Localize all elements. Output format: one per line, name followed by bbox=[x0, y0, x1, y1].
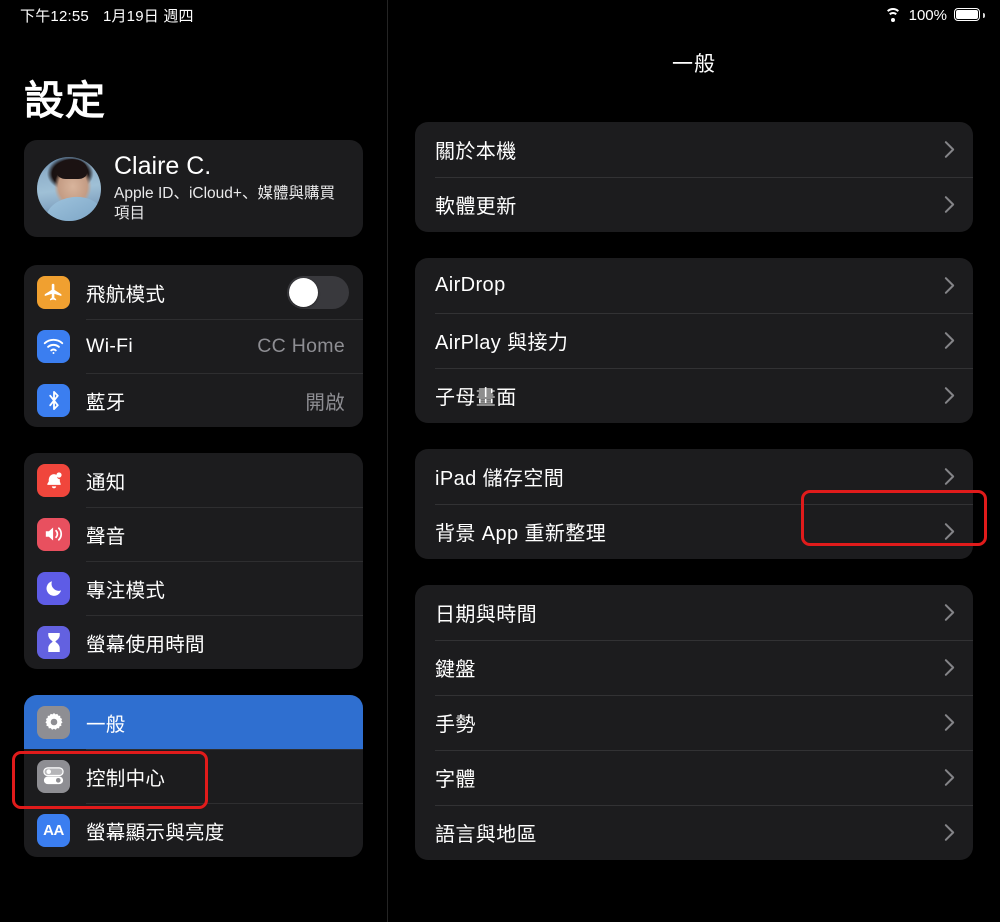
sidebar-item-focus[interactable]: 專注模式 bbox=[24, 561, 363, 615]
page-title: 設定 bbox=[24, 79, 106, 123]
gear-icon bbox=[37, 705, 70, 739]
detail-item-software-update[interactable]: 軟體更新 bbox=[415, 177, 973, 232]
detail-item-label: 鍵盤 bbox=[435, 659, 476, 681]
detail-item-fonts[interactable]: 字體 bbox=[415, 750, 973, 805]
detail-group-localization: 日期與時間 鍵盤 手勢 字體 語言與地區 bbox=[415, 585, 973, 860]
moon-icon bbox=[37, 571, 70, 605]
detail-item-picture-in-picture[interactable]: 子母畫面 bbox=[415, 368, 973, 423]
sidebar-item-sounds[interactable]: 聲音 bbox=[24, 507, 363, 561]
detail-item-keyboard[interactable]: 鍵盤 bbox=[415, 640, 973, 695]
detail-item-background-app-refresh[interactable]: 背景 App 重新整理 bbox=[415, 504, 973, 559]
detail-item-label: AirPlay 與接力 bbox=[435, 332, 569, 354]
sidebar-item-wifi[interactable]: Wi-Fi CC Home bbox=[24, 319, 363, 373]
display-aa-icon: AA bbox=[37, 813, 70, 847]
chevron-right-icon bbox=[944, 714, 955, 731]
sidebar-group-connectivity: 飛航模式 Wi-Fi CC Home 藍牙 開啟 bbox=[24, 265, 363, 428]
airplane-mode-toggle[interactable] bbox=[287, 275, 349, 309]
chevron-right-icon bbox=[944, 387, 955, 404]
sidebar-item-label: 飛航模式 bbox=[86, 283, 166, 306]
bluetooth-icon bbox=[37, 383, 70, 417]
speaker-icon bbox=[37, 517, 70, 551]
sidebar-item-label: 控制中心 bbox=[86, 767, 166, 790]
account-name: Claire C. bbox=[114, 152, 212, 180]
settings-sidebar[interactable]: 設定 Claire C. Apple ID、iCloud+、媒體與購買項目 飛航… bbox=[0, 0, 388, 922]
detail-item-label: 背景 App 重新整理 bbox=[435, 523, 607, 545]
sidebar-group-system: 一般 控制中心 AA 螢幕顯示與亮度 bbox=[24, 695, 363, 858]
general-detail-pane: 一般 關於本機 軟體更新 AirDrop AirPlay 與接力 子母畫面 iP… bbox=[388, 0, 1000, 922]
detail-item-label: 語言與地區 bbox=[435, 824, 537, 846]
detail-item-label: 字體 bbox=[435, 769, 476, 791]
detail-item-date-time[interactable]: 日期與時間 bbox=[415, 585, 973, 640]
chevron-right-icon bbox=[944, 196, 955, 213]
hourglass-icon bbox=[37, 625, 70, 659]
detail-item-about[interactable]: 關於本機 bbox=[415, 122, 973, 177]
sidebar-item-screen-time[interactable]: 螢幕使用時間 bbox=[24, 615, 363, 669]
chevron-right-icon bbox=[944, 604, 955, 621]
control-center-icon bbox=[37, 759, 70, 793]
sidebar-item-airplane-mode[interactable]: 飛航模式 bbox=[24, 265, 363, 319]
detail-item-airplay-handoff[interactable]: AirPlay 與接力 bbox=[415, 313, 973, 368]
chevron-right-icon bbox=[944, 523, 955, 540]
bell-icon bbox=[37, 463, 70, 497]
detail-title: 一般 bbox=[672, 53, 716, 76]
sidebar-item-label: 螢幕使用時間 bbox=[86, 633, 205, 656]
sidebar-item-label: Wi-Fi bbox=[86, 334, 133, 357]
detail-item-label: 軟體更新 bbox=[435, 196, 517, 218]
wifi-icon bbox=[37, 329, 70, 363]
chevron-right-icon bbox=[944, 277, 955, 294]
detail-group-sharing: AirDrop AirPlay 與接力 子母畫面 bbox=[415, 258, 973, 423]
sidebar-item-general[interactable]: 一般 bbox=[24, 695, 363, 750]
chevron-right-icon bbox=[944, 769, 955, 786]
chevron-right-icon bbox=[944, 824, 955, 841]
apple-account-card[interactable]: Claire C. Apple ID、iCloud+、媒體與購買項目 bbox=[24, 140, 363, 238]
sidebar-item-label: 聲音 bbox=[86, 525, 126, 548]
sidebar-item-label: 通知 bbox=[86, 471, 126, 494]
sidebar-item-control-center[interactable]: 控制中心 bbox=[24, 749, 363, 803]
detail-item-label: 日期與時間 bbox=[435, 604, 537, 626]
detail-group-storage: iPad 儲存空間 背景 App 重新整理 bbox=[415, 449, 973, 559]
detail-item-language-region[interactable]: 語言與地區 bbox=[415, 805, 973, 860]
detail-item-label: AirDrop bbox=[435, 274, 506, 296]
bluetooth-state-value: 開啟 bbox=[305, 391, 345, 414]
detail-item-label: 關於本機 bbox=[435, 141, 517, 163]
detail-group-device: 關於本機 軟體更新 bbox=[415, 122, 973, 232]
avatar bbox=[37, 156, 101, 221]
sidebar-item-label: 專注模式 bbox=[86, 579, 166, 602]
detail-item-label: 手勢 bbox=[435, 714, 476, 736]
chevron-right-icon bbox=[944, 141, 955, 158]
ipad-settings-screen: 下午12:55 1月19日 週四 100% 設定 Claire C. Apple… bbox=[0, 0, 1000, 922]
sidebar-item-notifications[interactable]: 通知 bbox=[24, 453, 363, 507]
account-subtitle: Apple ID、iCloud+、媒體與購買項目 bbox=[114, 184, 335, 222]
sidebar-item-label: 一般 bbox=[86, 713, 126, 736]
chevron-right-icon bbox=[944, 468, 955, 485]
detail-item-gestures[interactable]: 手勢 bbox=[415, 695, 973, 750]
sidebar-item-display-brightness[interactable]: AA 螢幕顯示與亮度 bbox=[24, 803, 363, 857]
detail-item-label: iPad 儲存空間 bbox=[435, 468, 565, 490]
detail-item-airdrop[interactable]: AirDrop bbox=[415, 258, 973, 313]
sidebar-group-alerts: 通知 聲音 專注模式 螢幕使用時間 bbox=[24, 453, 363, 670]
airplane-icon bbox=[37, 275, 70, 309]
detail-item-label: 子母畫面 bbox=[435, 387, 517, 409]
chevron-right-icon bbox=[944, 659, 955, 676]
chevron-right-icon bbox=[944, 332, 955, 349]
sidebar-item-bluetooth[interactable]: 藍牙 開啟 bbox=[24, 373, 363, 427]
sidebar-item-label: 螢幕顯示與亮度 bbox=[86, 821, 225, 844]
wifi-network-value: CC Home bbox=[257, 334, 345, 357]
sidebar-item-label: 藍牙 bbox=[86, 391, 126, 414]
detail-item-ipad-storage[interactable]: iPad 儲存空間 bbox=[415, 449, 973, 504]
